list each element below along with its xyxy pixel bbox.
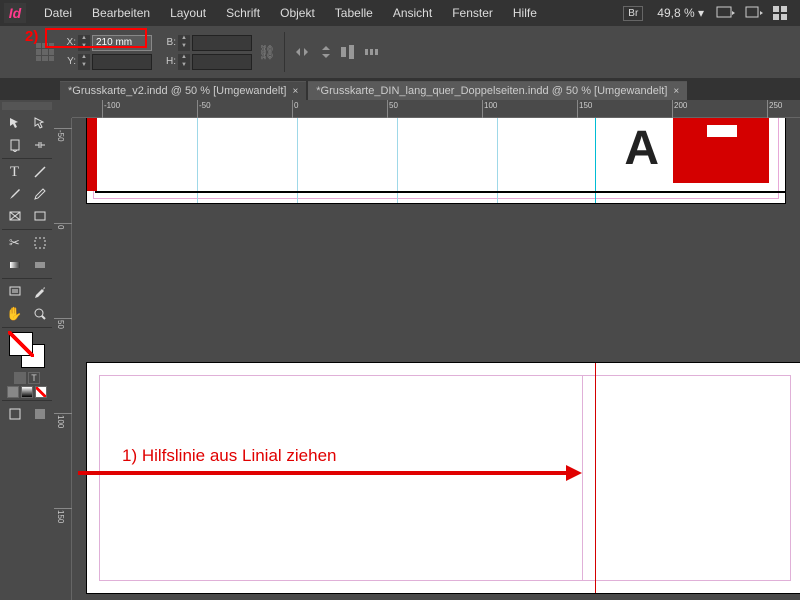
rectangle-frame-tool[interactable] (2, 205, 27, 227)
apply-color-icon[interactable] (7, 386, 19, 398)
tool-panel: T ✂ ✋ T (0, 100, 54, 427)
document-viewport[interactable]: A 1) Hilfslinie aus Linial ziehen (72, 118, 800, 600)
app-logo: Id (4, 3, 26, 23)
pen-tool[interactable] (2, 183, 27, 205)
control-bar: 2) X: ▲▼ Y: ▲▼ B: ▲▼ H: ▲▼ ⛓ (0, 26, 800, 78)
transform-tool[interactable] (27, 232, 52, 254)
view-mode-preview[interactable] (27, 403, 52, 425)
close-icon[interactable]: × (673, 86, 679, 97)
view-options-icon[interactable] (716, 5, 736, 21)
page-tool[interactable] (2, 134, 27, 156)
h-spinner[interactable]: ▲▼ (178, 54, 190, 70)
menu-fenster[interactable]: Fenster (442, 6, 503, 20)
type-tool[interactable]: T (2, 161, 27, 183)
logo-graphic: A (624, 121, 655, 176)
constrain-icon[interactable]: ⛓ (258, 44, 276, 61)
red-block-right (673, 118, 769, 183)
rectangle-tool[interactable] (27, 205, 52, 227)
y-input[interactable] (92, 54, 152, 70)
view-mode-normal[interactable] (2, 403, 27, 425)
zoom-display[interactable]: 49,8 % ▾ (657, 6, 704, 20)
y-spinner[interactable]: ▲▼ (78, 54, 90, 70)
annotation-2: 2) (25, 28, 38, 45)
page-spread-1[interactable]: A (86, 118, 786, 204)
fill-stroke-swatch[interactable] (9, 332, 45, 368)
menu-tabelle[interactable]: Tabelle (325, 6, 383, 20)
menu-bar: Id Datei Bearbeiten Layout Schrift Objek… (0, 0, 800, 26)
apply-gradient-icon[interactable] (21, 386, 33, 398)
flip-h-icon[interactable] (293, 43, 311, 61)
canvas-area: -100-50050100150200250300 -50050100150 A… (54, 100, 800, 600)
black-rule (95, 191, 785, 193)
menu-ansicht[interactable]: Ansicht (383, 6, 442, 20)
bridge-badge[interactable]: Br (623, 6, 643, 21)
red-bar-left (87, 118, 97, 191)
tab-doc-1[interactable]: *Grusskarte_v2.indd @ 50 % [Umgewandelt]… (60, 81, 306, 100)
menu-layout[interactable]: Layout (160, 6, 216, 20)
zoom-tool[interactable] (27, 303, 52, 325)
gradient-feather-tool[interactable] (27, 254, 52, 276)
highlight-annotation (45, 28, 147, 48)
document-tabs: *Grusskarte_v2.indd @ 50 % [Umgewandelt]… (0, 78, 800, 100)
menu-objekt[interactable]: Objekt (270, 6, 325, 20)
menu-datei[interactable]: Datei (34, 6, 82, 20)
direct-selection-tool[interactable] (27, 112, 52, 134)
arrange-icon[interactable] (772, 5, 792, 21)
menu-bearbeiten[interactable]: Bearbeiten (82, 6, 160, 20)
h-label: H: (162, 56, 176, 67)
apply-text-icon[interactable]: T (28, 372, 40, 384)
fold-guide[interactable] (595, 363, 596, 593)
w-label: B: (162, 37, 176, 48)
eyedropper-tool[interactable] (27, 281, 52, 303)
panel-grip[interactable] (2, 102, 52, 110)
scissors-tool[interactable]: ✂ (2, 232, 27, 254)
margin-guide (99, 375, 583, 581)
apply-fill-icon[interactable] (14, 372, 26, 384)
flip-v-icon[interactable] (317, 43, 335, 61)
screen-mode-icon[interactable] (744, 5, 764, 21)
w-spinner[interactable]: ▲▼ (178, 35, 190, 51)
horizontal-ruler[interactable]: -100-50050100150200250300 (72, 100, 800, 118)
close-icon[interactable]: × (292, 86, 298, 97)
apply-none-icon[interactable] (35, 386, 47, 398)
page-spread-2[interactable] (86, 362, 800, 594)
vertical-ruler[interactable]: -50050100150 (54, 118, 72, 600)
pencil-tool[interactable] (27, 183, 52, 205)
tab-doc-2[interactable]: *Grusskarte_DIN_lang_quer_Doppelseiten.i… (308, 81, 687, 100)
w-input[interactable] (192, 35, 252, 51)
distribute-icon[interactable] (363, 43, 381, 61)
gap-tool[interactable] (27, 134, 52, 156)
menu-schrift[interactable]: Schrift (216, 6, 270, 20)
h-input[interactable] (192, 54, 252, 70)
align-icon[interactable] (339, 43, 357, 61)
selection-tool[interactable] (2, 112, 27, 134)
line-tool[interactable] (27, 161, 52, 183)
menu-hilfe[interactable]: Hilfe (503, 6, 547, 20)
annotation-arrow (78, 470, 582, 476)
y-label: Y: (62, 56, 76, 67)
annotation-1: 1) Hilfslinie aus Linial ziehen (122, 446, 337, 466)
note-tool[interactable] (2, 281, 27, 303)
gradient-tool[interactable] (2, 254, 27, 276)
hand-tool[interactable]: ✋ (2, 303, 27, 325)
